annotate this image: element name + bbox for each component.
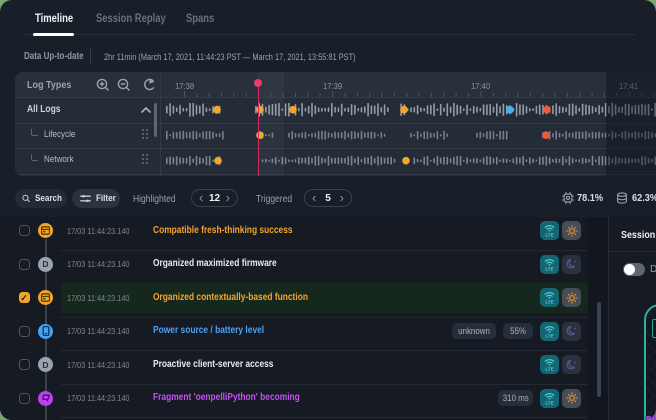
svg-text:LTE: LTE	[545, 266, 553, 271]
svg-text:LTE: LTE	[545, 232, 553, 237]
svg-text:LTE: LTE	[545, 299, 553, 304]
svg-text:LTE: LTE	[545, 366, 553, 371]
svg-text:LTE: LTE	[545, 400, 553, 405]
svg-text:LTE: LTE	[545, 333, 553, 338]
